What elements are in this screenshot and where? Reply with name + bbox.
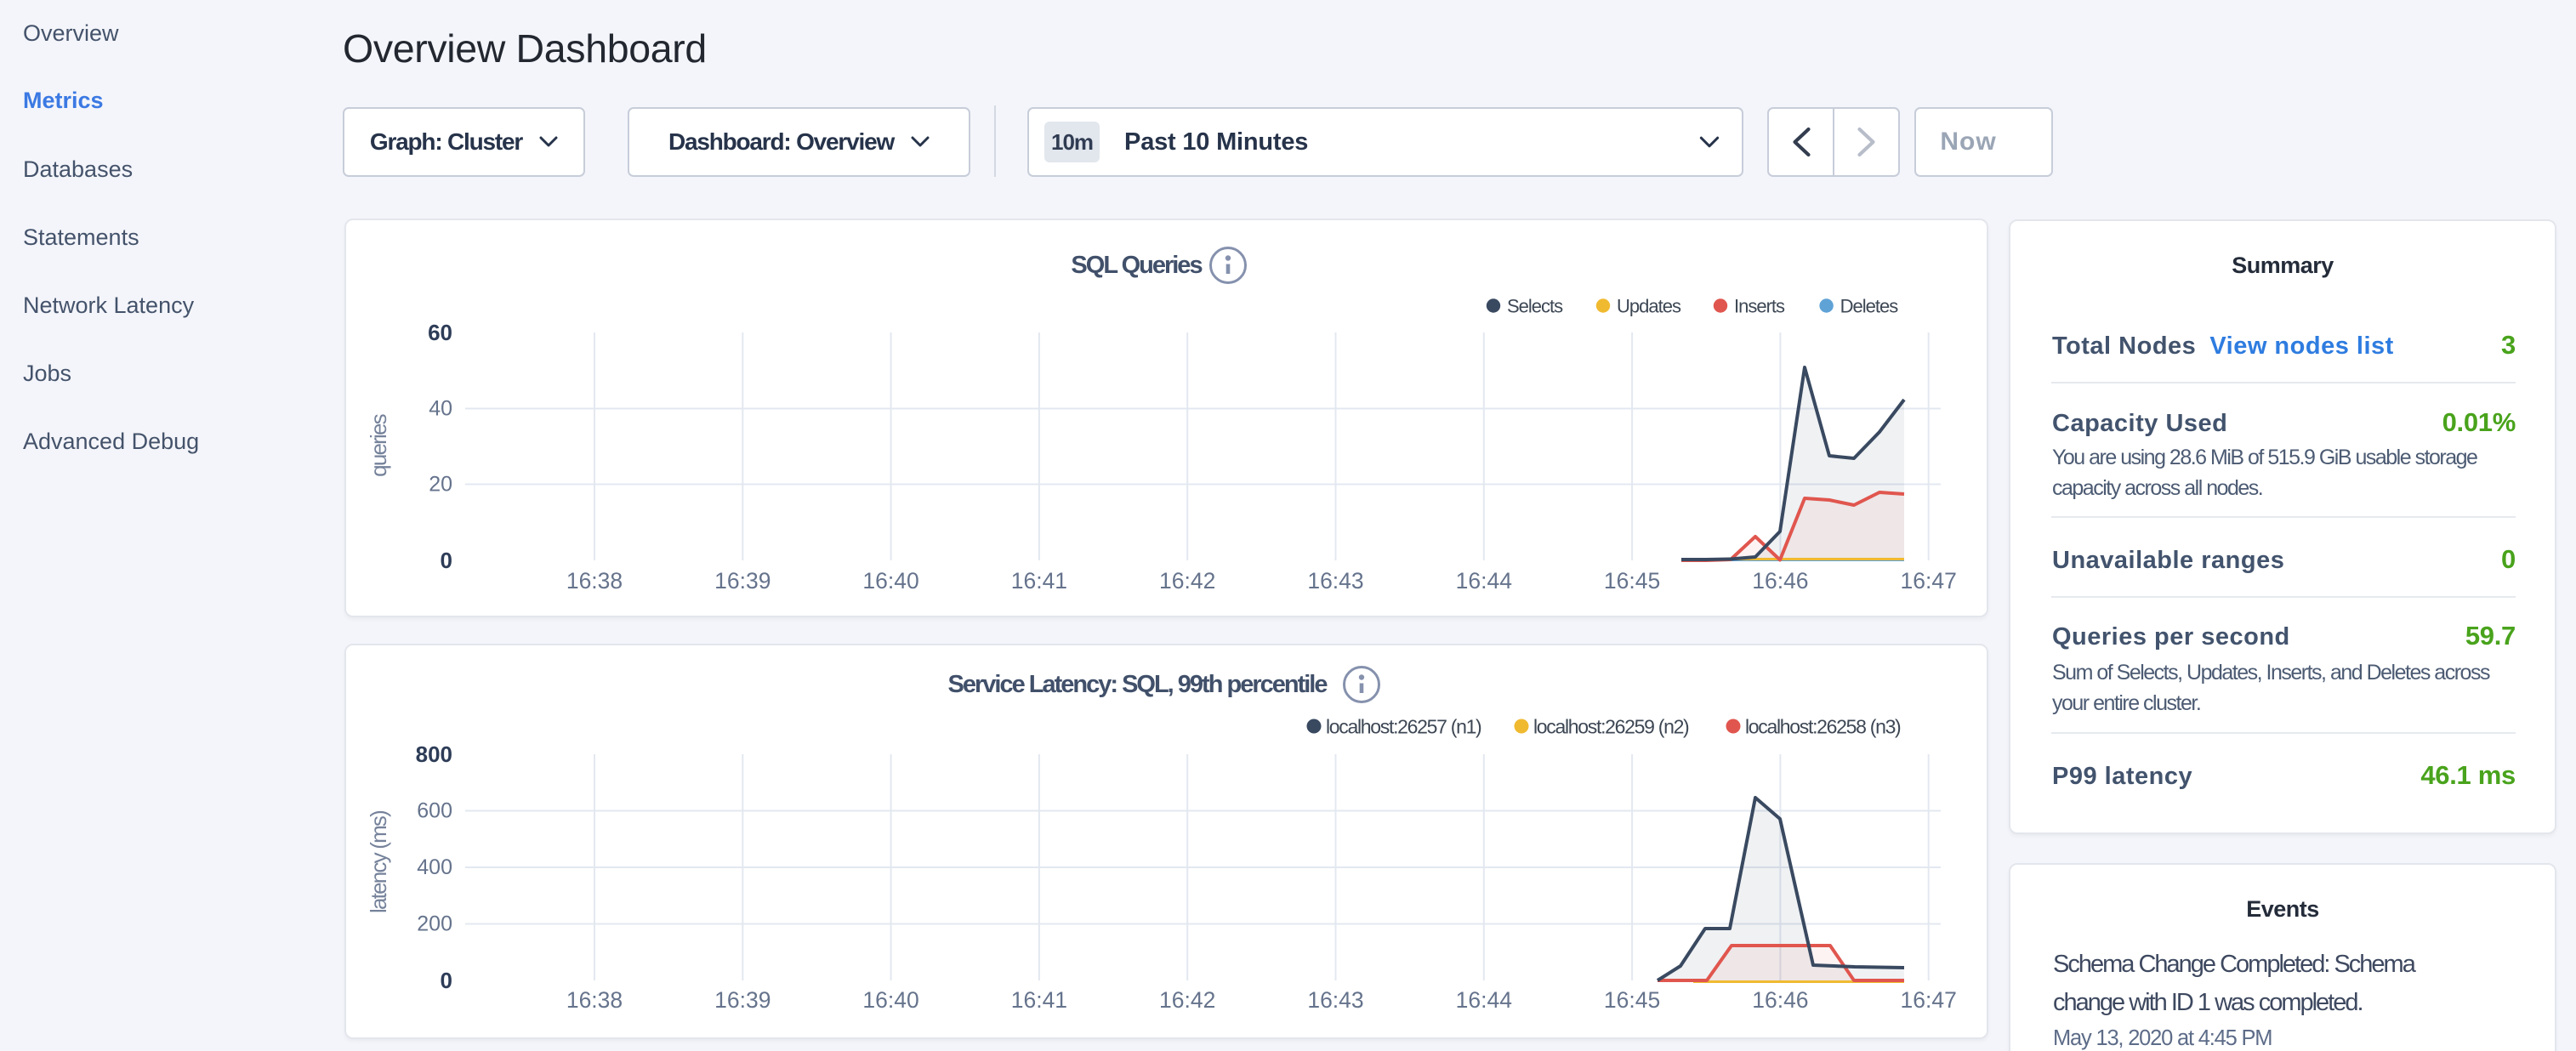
svg-text:16:43: 16:43 (1307, 568, 1363, 594)
svg-text:localhost:26257 (n1): localhost:26257 (n1) (1326, 716, 1481, 738)
svg-text:Deletes: Deletes (1840, 296, 1899, 317)
svg-text:60: 60 (428, 320, 452, 345)
svg-text:localhost:26258 (n3): localhost:26258 (n3) (1745, 716, 1901, 738)
svg-text:localhost:26259 (n2): localhost:26259 (n2) (1533, 716, 1689, 738)
svg-text:16:40: 16:40 (862, 568, 918, 594)
svg-text:16:38: 16:38 (566, 987, 623, 1013)
svg-text:latency (ms): latency (ms) (366, 810, 391, 913)
svg-text:800: 800 (416, 741, 452, 767)
svg-text:200: 200 (417, 912, 452, 936)
svg-text:16:47: 16:47 (1901, 568, 1957, 594)
svg-text:16:47: 16:47 (1901, 987, 1957, 1013)
svg-text:16:38: 16:38 (566, 568, 623, 594)
svg-text:20: 20 (429, 473, 452, 497)
svg-text:16:45: 16:45 (1604, 987, 1660, 1013)
svg-text:16:41: 16:41 (1011, 568, 1067, 594)
svg-text:40: 40 (429, 397, 452, 421)
svg-text:16:43: 16:43 (1307, 987, 1363, 1013)
svg-text:400: 400 (417, 855, 452, 879)
svg-text:16:45: 16:45 (1604, 568, 1660, 594)
svg-text:queries: queries (366, 413, 391, 476)
svg-text:16:44: 16:44 (1456, 987, 1512, 1013)
svg-text:Selects: Selects (1507, 296, 1563, 317)
svg-text:16:46: 16:46 (1752, 568, 1808, 594)
svg-text:16:40: 16:40 (862, 987, 918, 1013)
svg-text:16:46: 16:46 (1752, 987, 1808, 1013)
svg-text:16:39: 16:39 (714, 568, 771, 594)
svg-text:16:42: 16:42 (1159, 987, 1215, 1013)
svg-text:SQL Queries: SQL Queries (1071, 252, 1202, 279)
svg-text:16:42: 16:42 (1159, 568, 1215, 594)
svg-text:16:39: 16:39 (714, 987, 771, 1013)
svg-text:Service Latency: SQL, 99th per: Service Latency: SQL, 99th percentile (948, 671, 1328, 698)
svg-text:0: 0 (441, 548, 452, 573)
svg-text:Updates: Updates (1617, 296, 1681, 317)
svg-text:600: 600 (417, 799, 452, 823)
svg-text:0: 0 (441, 968, 452, 993)
svg-text:16:41: 16:41 (1011, 987, 1067, 1013)
svg-text:16:44: 16:44 (1456, 568, 1512, 594)
svg-text:Inserts: Inserts (1734, 296, 1785, 317)
